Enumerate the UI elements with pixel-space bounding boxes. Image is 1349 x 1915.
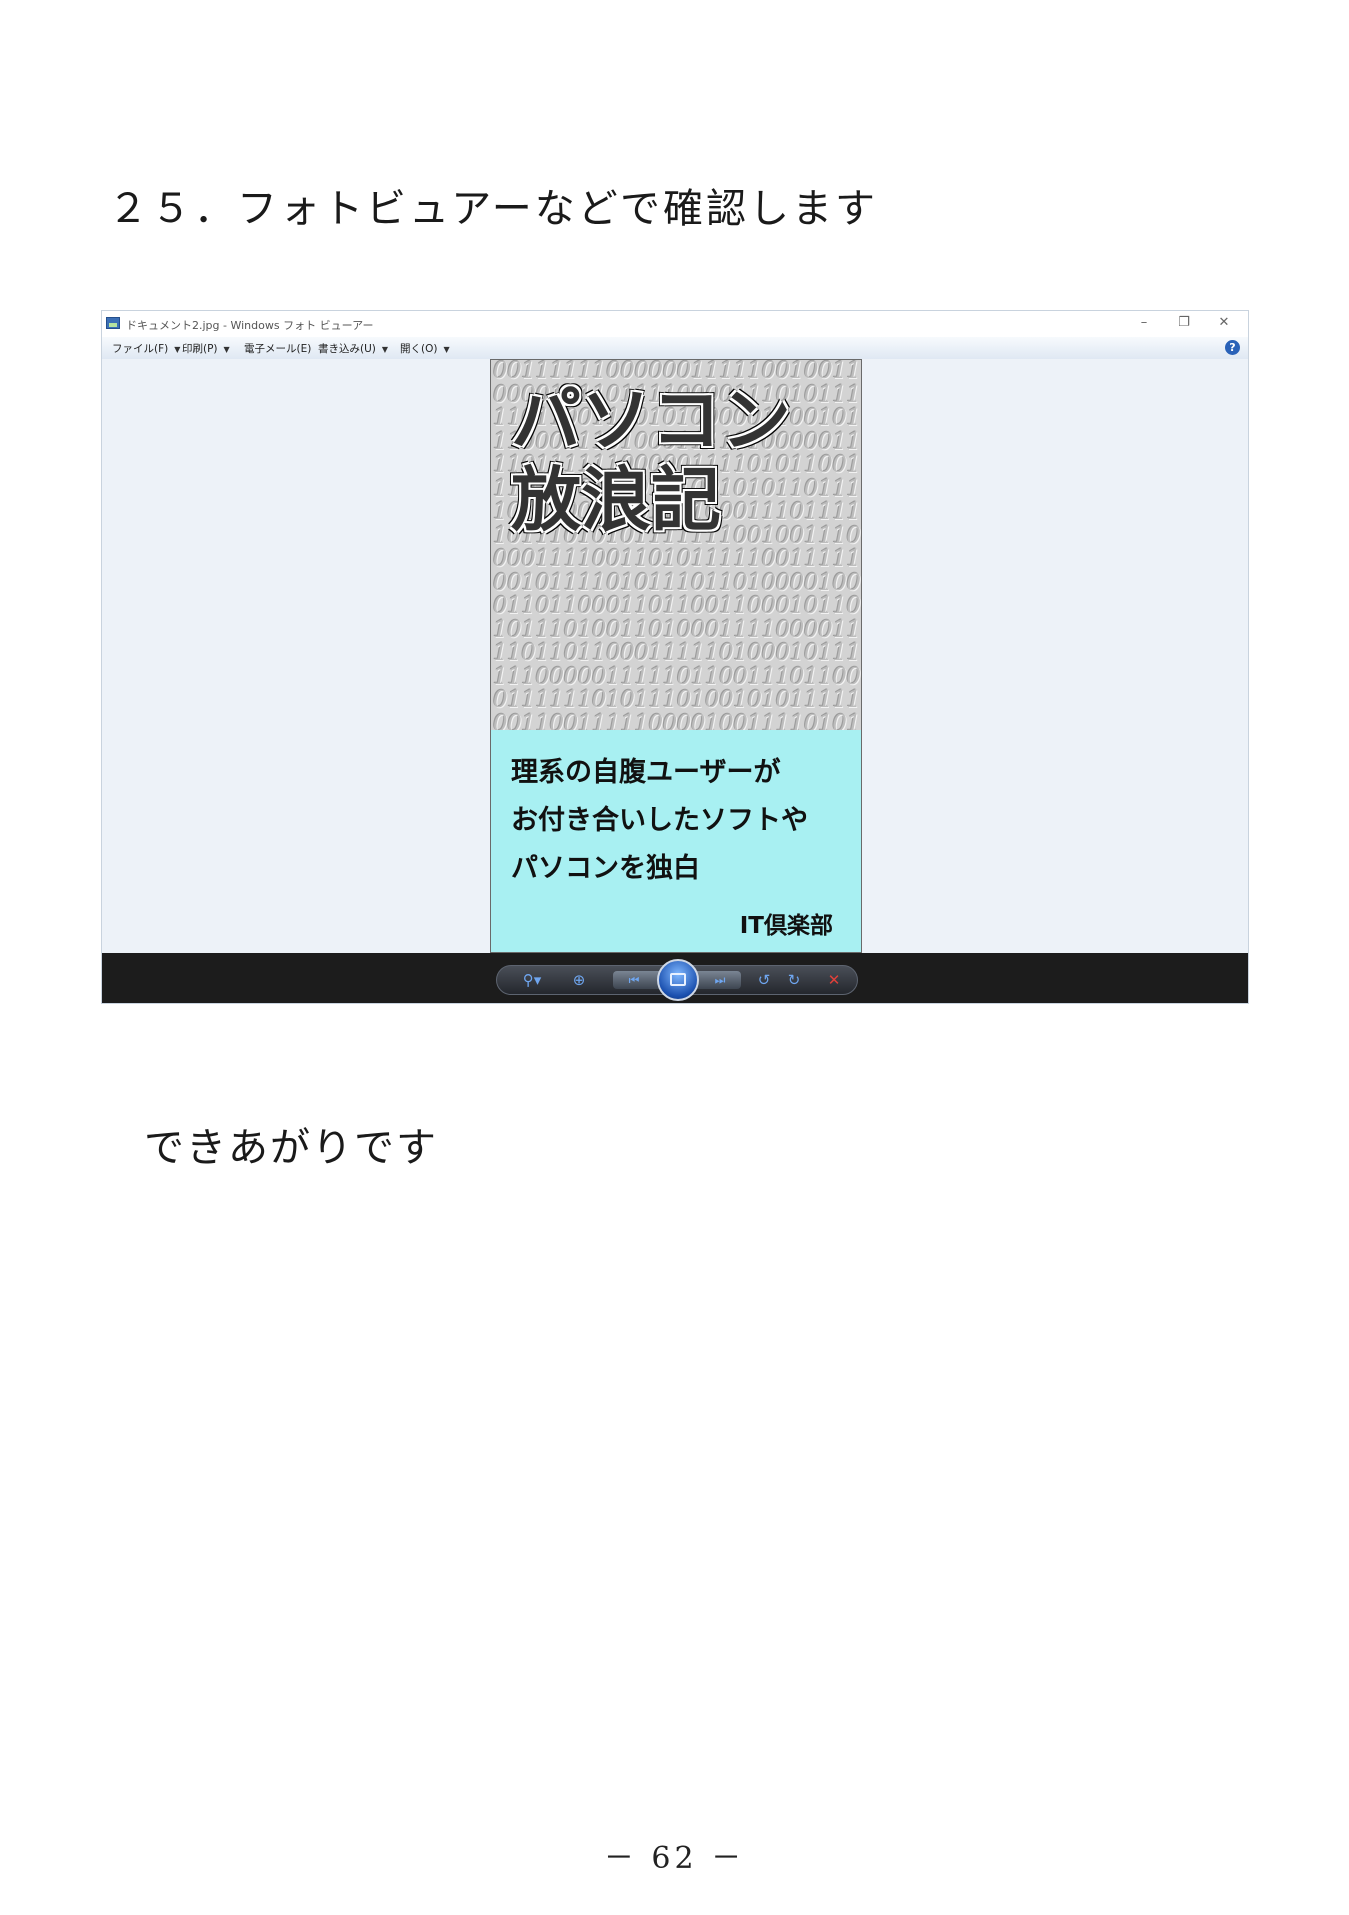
menu-email-label: 電子メール(E) — [244, 343, 312, 355]
next-icon[interactable]: ⏭ — [705, 969, 735, 991]
menu-burn-label: 書き込み(U) — [318, 343, 376, 355]
cover-subtitle-line-1: 理系の自腹ユーザーが — [511, 757, 781, 788]
photo-viewer-screenshot: ドキュメント2.jpg - Windows フォト ビューアー – ❐ ✕ ファ… — [101, 310, 1249, 1004]
image-viewer-area: 0011111100000011111001001100001111011110… — [102, 359, 1248, 953]
menu-open[interactable]: 開く(O) ▼ — [400, 341, 450, 356]
rotate-counterclockwise-icon[interactable]: ↺ — [753, 969, 775, 991]
actual-size-icon[interactable]: ⊕ — [567, 969, 591, 991]
help-icon[interactable]: ? — [1225, 340, 1240, 355]
cover-publisher: IT倶楽部 — [739, 913, 833, 939]
section-heading: ２５．フォトビュアーなどで確認します — [108, 186, 878, 232]
menu-email[interactable]: 電子メール(E) — [244, 341, 311, 356]
rotate-clockwise-icon[interactable]: ↻ — [783, 969, 805, 991]
control-pill: ⚲▾ ⊕ ⏮ ⏭ ↺ ↻ ✕ — [496, 959, 858, 1001]
menu-file-label: ファイル(F) — [112, 343, 169, 355]
photo-viewer-app-icon — [106, 317, 120, 329]
menu-burn[interactable]: 書き込み(U) ▼ — [318, 341, 388, 356]
cover-top-panel: 0011111100000011111001001100001111011110… — [491, 360, 861, 731]
window-titlebar: ドキュメント2.jpg - Windows フォト ビューアー – ❐ ✕ — [102, 311, 1248, 337]
cover-title-line-2: 放浪記 — [511, 459, 721, 541]
menu-print[interactable]: 印刷(P) ▼ — [182, 341, 230, 356]
body-text: できあがりです — [144, 1125, 438, 1171]
cover-title: パソコン 放浪記 — [511, 380, 791, 540]
menu-file[interactable]: ファイル(F) ▼ — [112, 341, 180, 356]
close-button[interactable]: ✕ — [1204, 313, 1244, 333]
cover-subtitle-line-3: パソコンを独白 — [511, 853, 700, 884]
book-cover-image: 0011111100000011111001001100001111011110… — [490, 359, 862, 953]
previous-icon[interactable]: ⏮ — [619, 969, 649, 991]
minimize-button[interactable]: – — [1124, 313, 1164, 333]
cover-title-line-1: パソコン — [511, 379, 791, 461]
window-title: ドキュメント2.jpg - Windows フォト ビューアー — [126, 319, 374, 332]
menu-print-label: 印刷(P) — [182, 343, 218, 355]
delete-icon[interactable]: ✕ — [823, 969, 845, 991]
chevron-down-icon: ▼ — [223, 345, 230, 354]
cover-subtitle-line-2: お付き合いしたソフトや — [511, 805, 808, 836]
menu-bar: ファイル(F) ▼ 印刷(P) ▼ 電子メール(E) 書き込み(U) ▼ 開く(O) ▼… — [102, 337, 1248, 360]
chevron-down-icon: ▼ — [381, 345, 389, 354]
restore-button[interactable]: ❐ — [1164, 313, 1204, 333]
cover-bottom-panel: 理系の自腹ユーザーが お付き合いしたソフトや パソコンを独白 IT倶楽部 — [491, 730, 861, 952]
menu-open-label: 開く(O) — [400, 343, 438, 355]
page-number: － 62 － — [603, 1841, 746, 1876]
zoom-icon[interactable]: ⚲▾ — [515, 969, 549, 991]
slideshow-button[interactable] — [657, 959, 699, 1001]
viewer-control-bar: ⚲▾ ⊕ ⏮ ⏭ ↺ ↻ ✕ — [102, 953, 1248, 1003]
chevron-down-icon: ▼ — [174, 345, 181, 354]
chevron-down-icon: ▼ — [443, 345, 450, 354]
